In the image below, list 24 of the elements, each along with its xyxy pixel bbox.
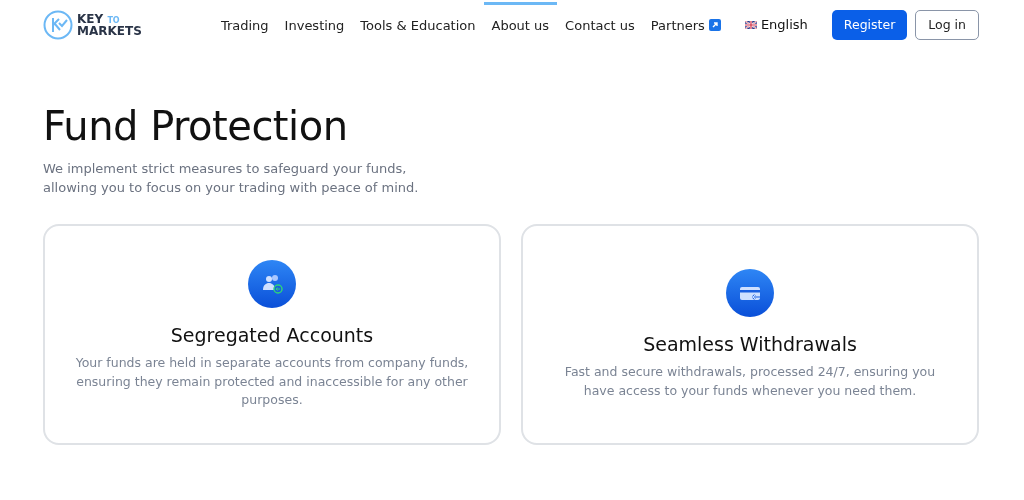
nav-link[interactable]: Tools & Education (352, 1, 484, 49)
nav-link[interactable]: Contact us (557, 1, 643, 49)
logo-icon (43, 10, 73, 40)
nav-link[interactable]: Investing (276, 1, 353, 49)
intro-text: We implement strict measures to safeguard your funds, allowing you to focus on your trading with peace of mind. (43, 160, 420, 197)
flag-icon (744, 21, 757, 29)
people-icon (248, 259, 296, 308)
logo-text: TO (107, 16, 120, 25)
nav-link[interactable]: Partners (642, 1, 729, 49)
nav-link[interactable]: About us (483, 1, 558, 49)
nav-link[interactable]: Trading (212, 1, 277, 49)
logo-text: MARKETS (77, 25, 142, 37)
card-text: Your funds are held in separate accounts from company funds, ensuring they remain protected and inaccessible for any other purposes. (74, 354, 470, 409)
card-text: Fast and secure withdrawals, processed 24/7, ensuring you have access to your funds whenever you need them. (563, 363, 937, 400)
credit-card-icon (726, 268, 774, 317)
card-title: Segregated Accounts (170, 323, 374, 347)
register-button[interactable]: Register (831, 9, 908, 41)
page-heading: Fund Protection (43, 102, 349, 150)
external-link-icon (708, 18, 721, 31)
logo[interactable]: KEY TO MARKETS (43, 10, 142, 40)
card-title: Seamless Withdrawals (643, 332, 857, 356)
logo-text: KEY (77, 12, 104, 26)
login-button[interactable]: Log in (915, 9, 979, 41)
language-selector[interactable]: English (744, 15, 808, 35)
